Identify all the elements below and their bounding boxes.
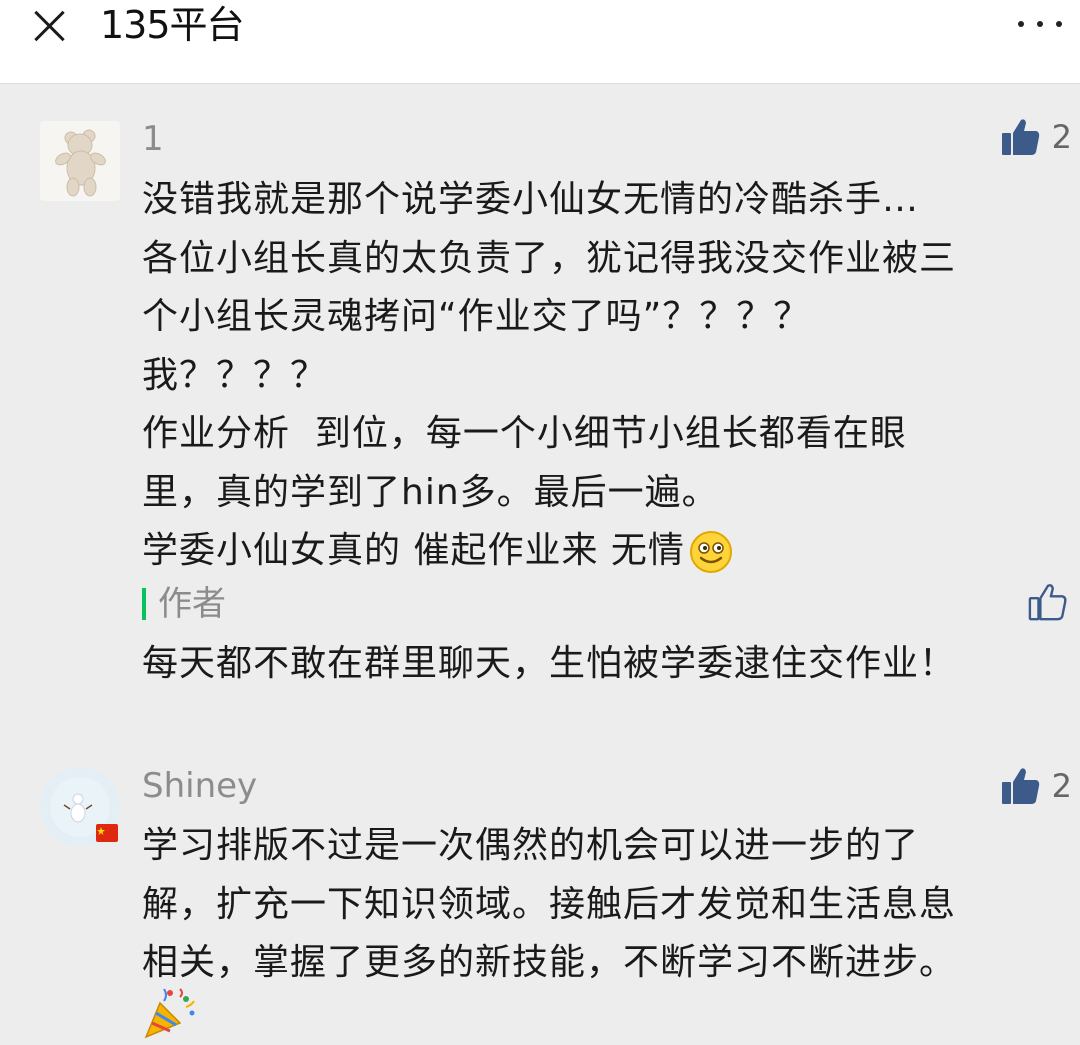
page-title: 135平台 [100, 3, 245, 47]
top-bar: 135平台 [0, 0, 1080, 84]
comment-line: 相关，掌握了更多的新技能，不断学习不断进步。 [142, 942, 957, 983]
like-count: 2 [1051, 118, 1072, 156]
comment-line: 没错我就是那个说学委小仙女无情的冷酷杀手… [142, 179, 920, 220]
comment-line: 我？？？？ [142, 354, 328, 396]
comment-line-with-emoji: 学委小仙女真的 催起作业来 无情 [142, 522, 1067, 581]
comment-line: 学委小仙女真的 催起作业来 无情 [142, 530, 685, 571]
comment-line: 作业分析 到位，每一个小细节小组长都看在眼 [142, 413, 907, 454]
close-icon[interactable] [28, 4, 72, 48]
comment-text: 没错我就是那个说学委小仙女无情的冷酷杀手… 各位小组长真的太负责了，犹记得我没交… [142, 171, 1067, 581]
author-reply-label: 作者 [142, 584, 226, 624]
like-button[interactable]: 2 [1000, 116, 1072, 158]
comment-line: 里，真的学到了hin多。最后一遍。 [142, 471, 719, 513]
comment-line: 学习排版不过是一次偶然的机会可以进一步的了 [142, 825, 920, 866]
avatar[interactable] [40, 121, 120, 201]
thumbs-up-icon [1001, 768, 1039, 804]
comment-line: 解，扩充一下知识领域。接触后才发觉和生活息息 [142, 883, 957, 925]
like-button[interactable]: 2 [1000, 765, 1072, 807]
comment-username: Shiney [142, 766, 258, 806]
comment-username: 1 [142, 119, 164, 159]
reply-like-button[interactable] [1028, 582, 1068, 622]
comment-line: 个小组长灵魂拷问“作业交了吗”？？？？ [142, 296, 811, 337]
like-count: 2 [1051, 767, 1072, 805]
thumbs-up-outline-icon [1028, 584, 1067, 621]
flag-badge-icon [96, 824, 118, 842]
party-popper-emoji-icon [140, 985, 198, 1041]
more-icon[interactable] [1018, 14, 1062, 34]
comment-text: 学习排版不过是一次偶然的机会可以进一步的了 解，扩充一下知识领域。接触后才发觉和… [142, 817, 1067, 993]
bear-avatar-icon [40, 121, 120, 201]
author-reply-text: 每天都不敢在群里聊天，生怕被学委逮住交作业！ [142, 643, 957, 684]
thumbs-up-icon [1001, 119, 1039, 155]
smile-emoji-icon [689, 531, 732, 573]
comment-line: 各位小组长真的太负责了，犹记得我没交作业被三 [142, 237, 957, 279]
